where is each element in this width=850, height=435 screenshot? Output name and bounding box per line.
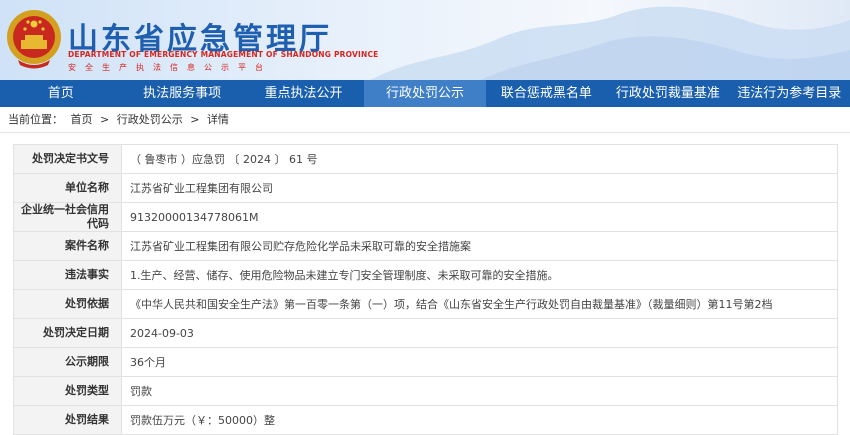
penalty-detail-table: 处罚决定书文号 （ 鲁枣市 ）应急罚 〔 2024 〕 61 号 单位名称 江苏…	[13, 144, 838, 435]
nav-violation-catalog[interactable]: 违法行为参考目录	[729, 80, 850, 107]
row-value: 91320000134778061M	[121, 202, 838, 232]
nav-key-enforcement[interactable]: 重点执法公开	[243, 80, 364, 107]
breadcrumb-current: 详情	[206, 113, 229, 126]
header-banner: 山东省应急管理厅 DEPARTMENT OF EMERGENCY MANAGEM…	[0, 0, 850, 80]
table-row: 单位名称 江苏省矿业工程集团有限公司	[13, 173, 838, 203]
breadcrumb-prefix: 当前位置：	[8, 113, 63, 126]
table-row: 违法事实 1.生产、经营、储存、使用危险物品未建立专门安全管理制度、未采取可靠的…	[13, 260, 838, 290]
table-row: 公示期限 36个月	[13, 347, 838, 377]
row-label: 处罚结果	[13, 405, 122, 435]
row-label: 处罚决定日期	[13, 318, 122, 348]
nav-penalty-benchmark[interactable]: 行政处罚裁量基准	[607, 80, 728, 107]
row-label: 违法事实	[13, 260, 122, 290]
breadcrumb-separator: >	[100, 113, 110, 126]
breadcrumb-home[interactable]: 首页	[71, 113, 93, 126]
table-row: 企业统一社会信用代码 91320000134778061M	[13, 202, 838, 232]
row-value: 罚款伍万元（￥：50000）整	[121, 405, 838, 435]
table-row: 处罚决定日期 2024-09-03	[13, 318, 838, 348]
row-label: 企业统一社会信用代码	[13, 202, 122, 232]
row-value: 江苏省矿业工程集团有限公司	[121, 173, 838, 203]
nav-penalty-disclosure[interactable]: 行政处罚公示	[364, 80, 486, 107]
row-label: 单位名称	[13, 173, 122, 203]
table-row: 处罚类型 罚款	[13, 376, 838, 406]
row-value: 罚款	[121, 376, 838, 406]
breadcrumb-penalty-disclosure[interactable]: 行政处罚公示	[117, 113, 183, 126]
table-row: 处罚依据 《中华人民共和国安全生产法》第一百零一条第（一）项，结合《山东省安全生…	[13, 289, 838, 319]
row-label: 公示期限	[13, 347, 122, 377]
row-label: 处罚类型	[13, 376, 122, 406]
nav-home[interactable]: 首页	[0, 80, 121, 107]
row-label: 处罚依据	[13, 289, 122, 319]
breadcrumb-separator: >	[190, 113, 200, 126]
site-slogan: 安全生产执法信息公示平台	[68, 63, 272, 72]
main-nav: 首页 执法服务事项 重点执法公开 行政处罚公示 联合惩戒黑名单 行政处罚裁量基准…	[0, 80, 850, 107]
row-label: 案件名称	[13, 231, 122, 261]
nav-blacklist[interactable]: 联合惩戒黑名单	[486, 80, 607, 107]
row-value: 《中华人民共和国安全生产法》第一百零一条第（一）项，结合《山东省安全生产行政处罚…	[121, 289, 838, 319]
row-value: 2024-09-03	[121, 318, 838, 348]
table-row: 处罚决定书文号 （ 鲁枣市 ）应急罚 〔 2024 〕 61 号	[13, 144, 838, 174]
row-value: 36个月	[121, 347, 838, 377]
table-row: 案件名称 江苏省矿业工程集团有限公司贮存危险化学品未采取可靠的安全措施案	[13, 231, 838, 261]
national-emblem-icon	[7, 10, 61, 69]
breadcrumb: 当前位置： 首页 > 行政处罚公示 > 详情	[0, 107, 850, 133]
map-background-icon	[370, 6, 850, 80]
table-row: 处罚结果 罚款伍万元（￥：50000）整	[13, 405, 838, 435]
row-label: 处罚决定书文号	[13, 144, 122, 174]
row-value: 江苏省矿业工程集团有限公司贮存危险化学品未采取可靠的安全措施案	[121, 231, 838, 261]
row-value: （ 鲁枣市 ）应急罚 〔 2024 〕 61 号	[121, 144, 838, 174]
site-subtitle-en: DEPARTMENT OF EMERGENCY MANAGEMENT OF SH…	[68, 50, 379, 59]
nav-enforcement-services[interactable]: 执法服务事项	[121, 80, 242, 107]
row-value: 1.生产、经营、储存、使用危险物品未建立专门安全管理制度、未采取可靠的安全措施。	[121, 260, 838, 290]
